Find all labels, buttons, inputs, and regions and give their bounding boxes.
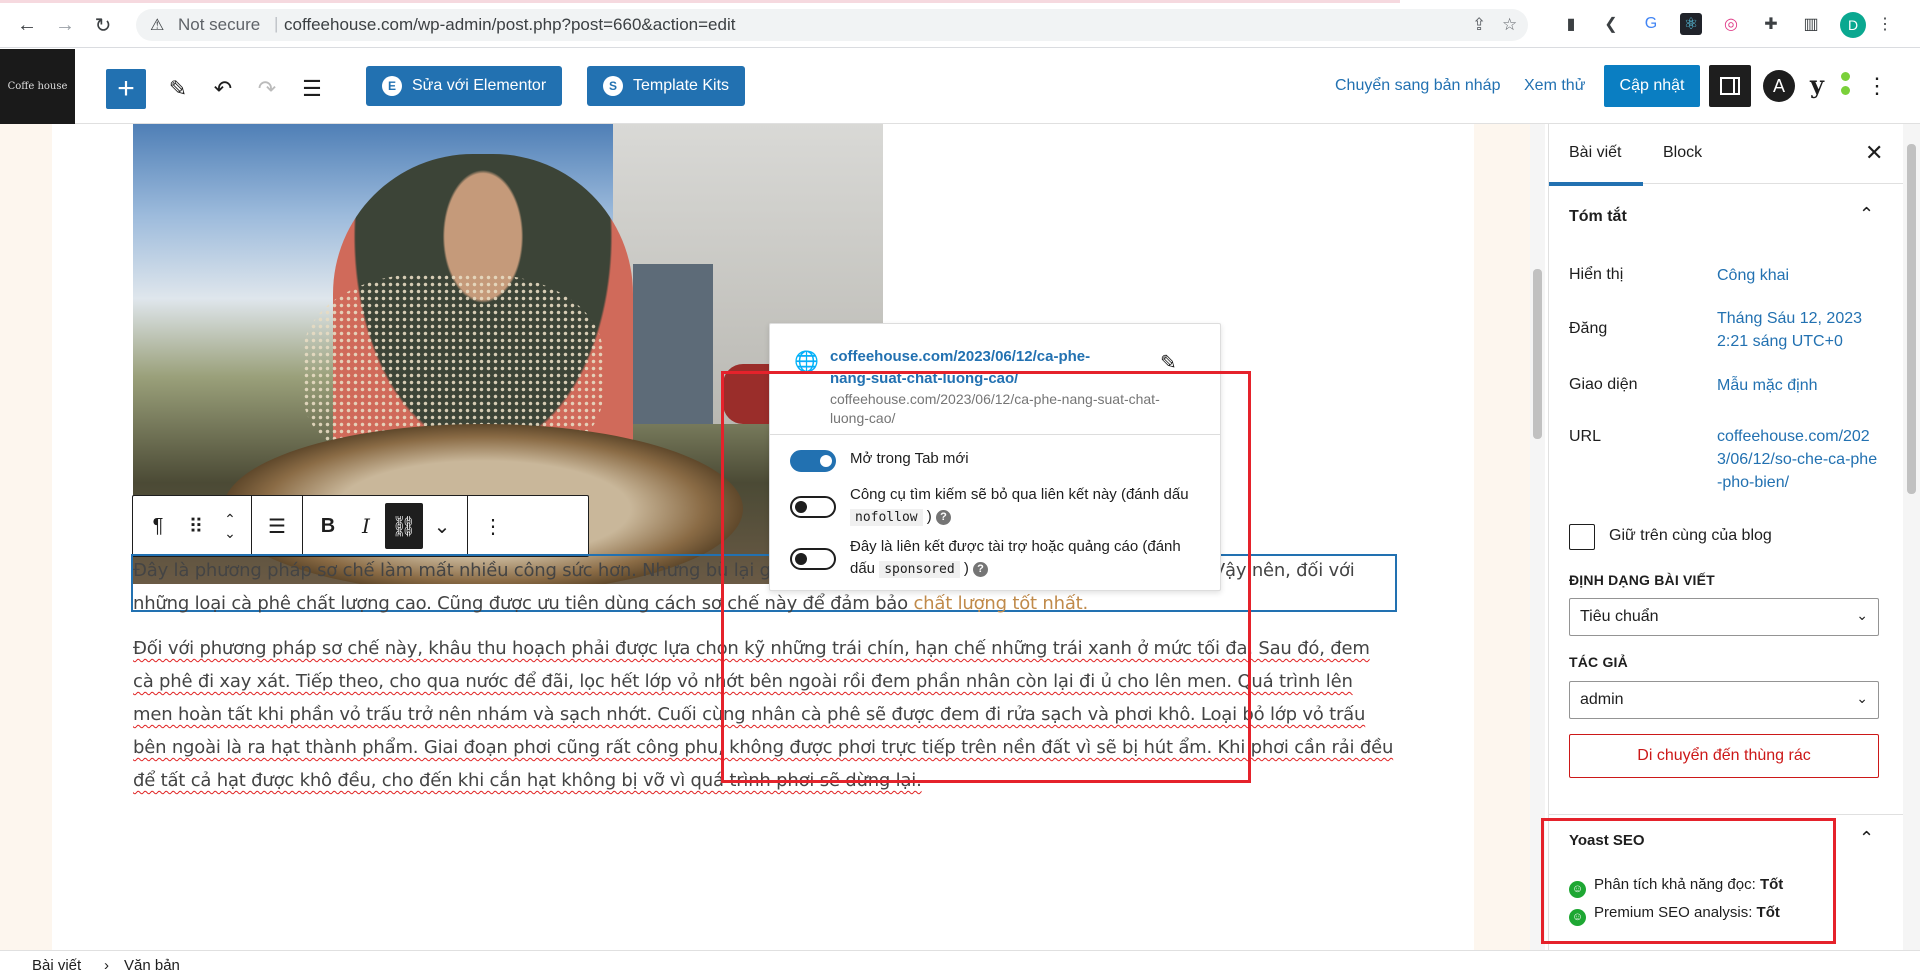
template-kits-button[interactable]: S Template Kits bbox=[587, 66, 746, 106]
url-value[interactable]: coffeehouse.com/2023/06/12/so-che-ca-phe… bbox=[1717, 425, 1879, 494]
more-options-icon[interactable]: ⋮ bbox=[1866, 73, 1888, 99]
warning-icon: ⚠ bbox=[150, 17, 165, 34]
breadcrumb: Bài viết › Văn bản bbox=[0, 950, 1920, 977]
back-icon[interactable]: ← bbox=[14, 12, 40, 38]
extension-icon[interactable]: ▮ bbox=[1560, 13, 1582, 35]
forward-icon[interactable]: → bbox=[52, 12, 78, 38]
url-label: URL bbox=[1569, 428, 1602, 445]
browser-menu-icon[interactable]: ⋮ bbox=[1874, 13, 1896, 35]
reload-icon[interactable]: ↻ bbox=[90, 12, 116, 38]
profile-avatar[interactable]: D bbox=[1840, 12, 1866, 38]
yoast-icon[interactable]: y bbox=[1810, 70, 1850, 102]
block-toolbar-group-type: ¶ ⠿ ⌃ ⌄ bbox=[133, 496, 252, 556]
block-toolbar-group-options: ⋮ bbox=[468, 496, 518, 556]
chevron-up-icon[interactable]: ⌃ bbox=[1859, 204, 1874, 225]
astra-icon[interactable]: A bbox=[1763, 70, 1795, 102]
add-block-button[interactable]: + bbox=[106, 69, 146, 109]
react-devtools-icon[interactable]: ⚛ bbox=[1680, 13, 1702, 35]
tab-post[interactable]: Bài viết bbox=[1548, 144, 1644, 186]
chevron-down-icon: ⌄ bbox=[1856, 690, 1868, 706]
drag-handle-icon[interactable]: ⠿ bbox=[177, 503, 215, 549]
summary-panel-title[interactable]: Tóm tắt bbox=[1569, 208, 1627, 226]
author-value: admin bbox=[1580, 691, 1624, 708]
align-left-icon[interactable]: ☰ bbox=[258, 503, 296, 549]
post-format-heading: ĐỊNH DẠNG BÀI VIẾT bbox=[1569, 572, 1715, 588]
sticky-checkbox[interactable] bbox=[1569, 524, 1595, 550]
document-overview-icon[interactable]: ☰ bbox=[296, 73, 328, 105]
switch-to-draft-button[interactable]: Chuyển sang bản nháp bbox=[1335, 77, 1500, 95]
post-format-select[interactable]: Tiêu chuẩn ⌄ bbox=[1569, 598, 1879, 636]
more-formats-chevron-icon[interactable]: ⌄ bbox=[423, 503, 461, 549]
author-select[interactable]: admin ⌄ bbox=[1569, 681, 1879, 719]
undo-icon[interactable]: ↶ bbox=[207, 73, 239, 105]
block-toolbar-group-align: ☰ bbox=[252, 496, 303, 556]
template-kits-label: Template Kits bbox=[633, 77, 730, 94]
annotation-box-yoast bbox=[1541, 818, 1836, 944]
editor-toolbar: Coffe house + ✎ ↶ ↷ ☰ E Sửa với Elemento… bbox=[0, 49, 1920, 124]
paragraph-icon[interactable]: ¶ bbox=[139, 503, 177, 549]
tab-block[interactable]: Block bbox=[1663, 144, 1702, 162]
separator: | bbox=[274, 14, 279, 33]
bold-button[interactable]: B bbox=[309, 503, 347, 549]
block-options-icon[interactable]: ⋮ bbox=[474, 503, 512, 549]
preview-button[interactable]: Xem thử bbox=[1524, 77, 1585, 95]
block-toolbar-group-format: B I ⛓ ⌄ bbox=[303, 496, 468, 556]
chevron-up-icon[interactable]: ⌃ bbox=[1859, 828, 1874, 849]
color-picker-icon[interactable]: ◎ bbox=[1720, 13, 1742, 35]
publish-value[interactable]: Tháng Sáu 12, 2023 2:21 sáng UTC+0 bbox=[1717, 307, 1867, 353]
visibility-label: Hiển thị bbox=[1569, 266, 1624, 283]
extensions-puzzle-icon[interactable]: ✚ bbox=[1760, 13, 1782, 35]
settings-toggle-button[interactable] bbox=[1709, 65, 1751, 107]
url-text[interactable]: coffeehouse.com/wp-admin/post.php?post=6… bbox=[284, 15, 735, 35]
post-format-value: Tiêu chuẩn bbox=[1580, 608, 1659, 625]
elementor-label: Sửa với Elementor bbox=[412, 77, 547, 94]
visibility-value[interactable]: Công khai bbox=[1717, 264, 1887, 287]
link-button[interactable]: ⛓ bbox=[385, 503, 423, 549]
canvas-scrollbar-thumb[interactable] bbox=[1533, 269, 1542, 439]
sidebar-tabs: Bài viết Block ✕ bbox=[1548, 124, 1903, 186]
publish-label: Đăng bbox=[1569, 320, 1608, 337]
address-bar[interactable]: ⚠ Not secure | coffeehouse.com/wp-admin/… bbox=[136, 9, 1528, 41]
breadcrumb-post[interactable]: Bài viết bbox=[32, 957, 81, 974]
side-panel-icon[interactable]: ▥ bbox=[1800, 13, 1822, 35]
italic-button[interactable]: I bbox=[347, 503, 385, 549]
bookmark-star-icon[interactable]: ☆ bbox=[1502, 15, 1517, 35]
edit-with-elementor-button[interactable]: E Sửa với Elementor bbox=[366, 66, 563, 106]
block-toolbar: ¶ ⠿ ⌃ ⌄ ☰ B I ⛓ ⌄ ⋮ bbox=[132, 495, 589, 557]
extension-arrow-icon[interactable]: ❮ bbox=[1600, 13, 1622, 35]
browser-chrome: ← → ↻ ⚠ Not secure | coffeehouse.com/wp-… bbox=[0, 0, 1920, 48]
breadcrumb-separator-icon: › bbox=[104, 957, 109, 974]
close-icon[interactable]: ✕ bbox=[1865, 140, 1883, 166]
author-heading: TÁC GIẢ bbox=[1569, 654, 1628, 670]
share-icon[interactable]: ⇪ bbox=[1472, 15, 1486, 35]
security-label: Not secure bbox=[178, 15, 261, 34]
para1-part-a: Đây là phương pháp sơ chế làm mất nhiều … bbox=[133, 560, 771, 581]
chevron-down-icon: ⌄ bbox=[1856, 607, 1868, 623]
sticky-label[interactable]: Giữ trên cùng của blog bbox=[1609, 527, 1772, 545]
annotation-box-link bbox=[721, 371, 1251, 783]
tab-strip-edge bbox=[0, 0, 1400, 3]
sidebar-scrollbar-thumb[interactable] bbox=[1907, 144, 1916, 494]
redo-icon[interactable]: ↷ bbox=[251, 73, 283, 105]
breadcrumb-paragraph[interactable]: Văn bản bbox=[124, 957, 180, 974]
tools-pencil-icon[interactable]: ✎ bbox=[162, 73, 194, 105]
template-value[interactable]: Mẫu mặc định bbox=[1717, 374, 1887, 397]
template-kits-icon: S bbox=[603, 76, 623, 96]
sidebar-divider bbox=[1549, 814, 1903, 815]
sidebar-scrollbar[interactable] bbox=[1903, 124, 1920, 950]
elementor-icon: E bbox=[382, 76, 402, 96]
site-logo-text: Coffe house bbox=[7, 81, 68, 92]
update-button[interactable]: Cập nhật bbox=[1604, 65, 1700, 107]
move-up-down-icon[interactable]: ⌃ ⌄ bbox=[215, 503, 245, 549]
sidebar-icon bbox=[1720, 77, 1740, 95]
site-logo[interactable]: Coffe house bbox=[0, 49, 75, 124]
translate-icon[interactable]: G bbox=[1640, 13, 1662, 35]
template-label: Giao diện bbox=[1569, 376, 1638, 393]
move-to-trash-button[interactable]: Di chuyển đến thùng rác bbox=[1569, 734, 1879, 778]
